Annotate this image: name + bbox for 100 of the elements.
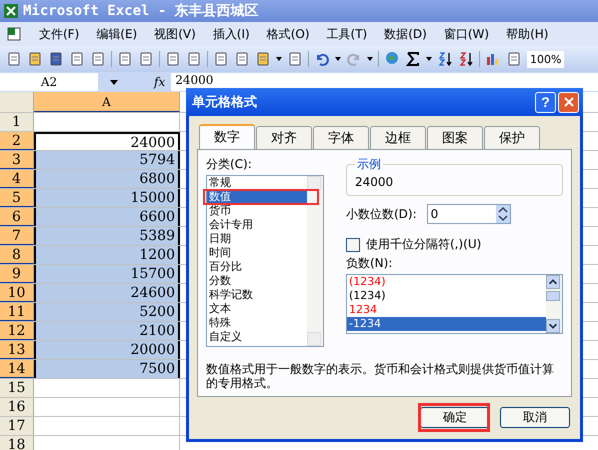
toolbar-icon[interactable] <box>27 51 43 67</box>
list-item[interactable]: 时间 <box>207 246 307 260</box>
toolbar-icon[interactable] <box>213 51 229 67</box>
list-item[interactable]: 百分比 <box>207 260 307 274</box>
row-header[interactable]: 8 <box>0 246 34 264</box>
workbook-icon[interactable] <box>6 26 22 42</box>
toolbar-icon[interactable] <box>117 51 133 67</box>
scroll-up-button[interactable] <box>307 176 321 190</box>
scrollbar[interactable] <box>546 275 562 333</box>
menu-item[interactable]: 编辑(E) <box>96 26 138 42</box>
row-header[interactable]: 12 <box>0 322 34 340</box>
list-item[interactable]: 常规 <box>207 176 307 190</box>
toolbar-icon[interactable] <box>506 51 522 67</box>
list-item[interactable]: (1234) <box>347 275 546 289</box>
row-header[interactable]: 9 <box>0 265 34 283</box>
list-item[interactable]: 分数 <box>207 274 307 288</box>
tab[interactable]: 图案 <box>427 126 483 149</box>
tab[interactable]: 对齐 <box>256 126 312 149</box>
dropdown-arrow-icon[interactable] <box>426 57 432 61</box>
toolbar-icon[interactable] <box>90 51 106 67</box>
ok-button[interactable]: 确定 <box>420 407 490 428</box>
row-header[interactable]: 2 <box>0 132 34 150</box>
list-item[interactable]: 科学记数 <box>207 288 307 302</box>
scrollbar[interactable] <box>307 176 323 346</box>
sigma-icon[interactable] <box>405 51 421 67</box>
menu-item[interactable]: 文件(F) <box>39 26 80 42</box>
row-header[interactable]: 10 <box>0 284 34 302</box>
scroll-up-icon[interactable] <box>546 275 560 289</box>
list-item[interactable]: 文本 <box>207 302 307 316</box>
spin-arrows-icon[interactable] <box>496 205 510 223</box>
menu-item[interactable]: 工具(T) <box>326 26 368 42</box>
row-header[interactable]: 4 <box>0 170 34 188</box>
toolbar-icon[interactable] <box>6 51 22 67</box>
group-title: 示例 <box>356 156 382 173</box>
close-button[interactable] <box>558 92 579 112</box>
tab[interactable]: 数字 <box>199 124 255 149</box>
table-cell: 24600 <box>34 284 180 302</box>
zoom-field[interactable]: 100% <box>527 50 564 68</box>
table-cell: 6600 <box>34 208 180 226</box>
decimal-spinner[interactable]: 0 <box>426 204 511 224</box>
dropdown-arrow-icon[interactable] <box>276 57 282 61</box>
row-header[interactable]: 6 <box>0 208 34 226</box>
category-list[interactable]: 常规 数值 货币 会计专用 日期 时间 百分比 分数 科学记数 文本 特殊 自定义 <box>206 175 324 347</box>
list-item[interactable]: 货币 <box>207 204 307 218</box>
toolbar-icon[interactable] <box>186 51 202 67</box>
cancel-button[interactable]: 取消 <box>500 407 570 428</box>
list-item[interactable]: (1234) <box>347 289 546 303</box>
list-item[interactable]: 日期 <box>207 232 307 246</box>
name-box[interactable]: A2 <box>0 73 98 91</box>
help-button[interactable]: ? <box>535 92 556 112</box>
scroll-down-icon[interactable] <box>546 319 560 333</box>
toolbar-icon[interactable] <box>255 51 271 67</box>
tab[interactable]: 边框 <box>370 126 426 149</box>
row-header[interactable]: 5 <box>0 189 34 207</box>
toolbar-icon[interactable] <box>69 51 85 67</box>
sort-icon[interactable] <box>458 51 474 67</box>
negative-number-list[interactable]: (1234) (1234) 1234 -1234 <box>346 274 563 334</box>
toolbar-icon[interactable] <box>287 51 303 67</box>
row-header[interactable]: 16 <box>0 398 34 416</box>
row-header[interactable]: 7 <box>0 227 34 245</box>
tab[interactable]: 字体 <box>313 126 369 149</box>
function-label[interactable]: fx <box>154 75 166 89</box>
row-header[interactable]: 1 <box>0 113 34 131</box>
menu-item[interactable]: 数据(D) <box>384 26 427 42</box>
list-item[interactable]: 会计专用 <box>207 218 307 232</box>
toolbar-icon[interactable] <box>165 51 181 67</box>
menu-item[interactable]: 插入(I) <box>212 26 250 42</box>
table-cell: 15700 <box>34 265 180 283</box>
list-item[interactable]: 1234 <box>347 303 546 317</box>
dialog-title: 单元格格式 <box>192 94 258 111</box>
row-header[interactable]: 3 <box>0 151 34 169</box>
row-header[interactable]: 14 <box>0 360 34 378</box>
dropdown-arrow-icon[interactable] <box>110 80 118 84</box>
row-header[interactable]: 17 <box>0 417 34 435</box>
row-header[interactable]: 15 <box>0 379 34 397</box>
list-item[interactable]: 自定义 <box>207 330 307 344</box>
row-header[interactable]: 18 <box>0 436 34 450</box>
bar-chart-icon[interactable] <box>485 51 501 67</box>
toolbar-icon[interactable] <box>48 51 64 67</box>
list-item[interactable]: -1234 <box>347 317 546 331</box>
toolbar-icon[interactable] <box>138 51 154 67</box>
menu-item[interactable]: 窗口(W) <box>444 26 490 42</box>
globe-icon[interactable] <box>384 51 400 67</box>
tab[interactable]: 保护 <box>484 126 540 149</box>
checkbox-label[interactable]: 使用千位分隔符(,)(U) <box>366 236 482 253</box>
toolbar-icon[interactable] <box>234 51 250 67</box>
dropdown-arrow-icon[interactable] <box>335 57 341 61</box>
menu-item[interactable]: 帮助(H) <box>506 26 548 42</box>
undo-icon[interactable] <box>314 51 330 67</box>
column-header[interactable]: A <box>34 92 180 112</box>
menu-item[interactable]: 视图(V) <box>154 26 196 42</box>
list-item[interactable]: 特殊 <box>207 316 307 330</box>
dropdown-arrow-icon[interactable] <box>367 57 373 61</box>
row-header[interactable]: 11 <box>0 303 34 321</box>
sort-icon[interactable] <box>437 51 453 67</box>
checkbox[interactable] <box>346 238 360 252</box>
row-header[interactable]: 13 <box>0 341 34 359</box>
menu-item[interactable]: 格式(O) <box>266 26 310 42</box>
close-icon[interactable] <box>564 97 574 107</box>
scroll-thumb[interactable] <box>546 291 560 301</box>
